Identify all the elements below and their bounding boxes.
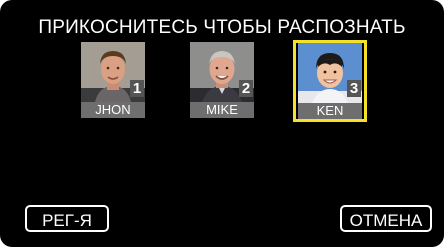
face-name: JHON [81, 102, 145, 118]
face-number: 1 [130, 80, 144, 97]
cancel-button[interactable]: ОТМЕНА [340, 205, 432, 232]
screen-title: ПРИКОСНИТЕСЬ ЧТОБЫ РАСПОЗНАТЬ [38, 17, 406, 38]
face-tile-mike[interactable]: 2 MIKE [190, 42, 254, 118]
register-button[interactable]: РЕГ-Я [25, 205, 109, 232]
face-tile-jhon[interactable]: 1 JHON [81, 42, 145, 118]
face-name: KEN [298, 103, 362, 119]
face-tile-ken[interactable]: 3 KEN [293, 40, 367, 122]
face-number: 3 [347, 80, 361, 97]
face-name: MIKE [190, 102, 254, 118]
face-number: 2 [239, 80, 253, 97]
face-recognition-screen: ПРИКОСНИТЕСЬ ЧТОБЫ РАСПОЗНАТЬ 1 JHON 2 M… [0, 0, 444, 247]
